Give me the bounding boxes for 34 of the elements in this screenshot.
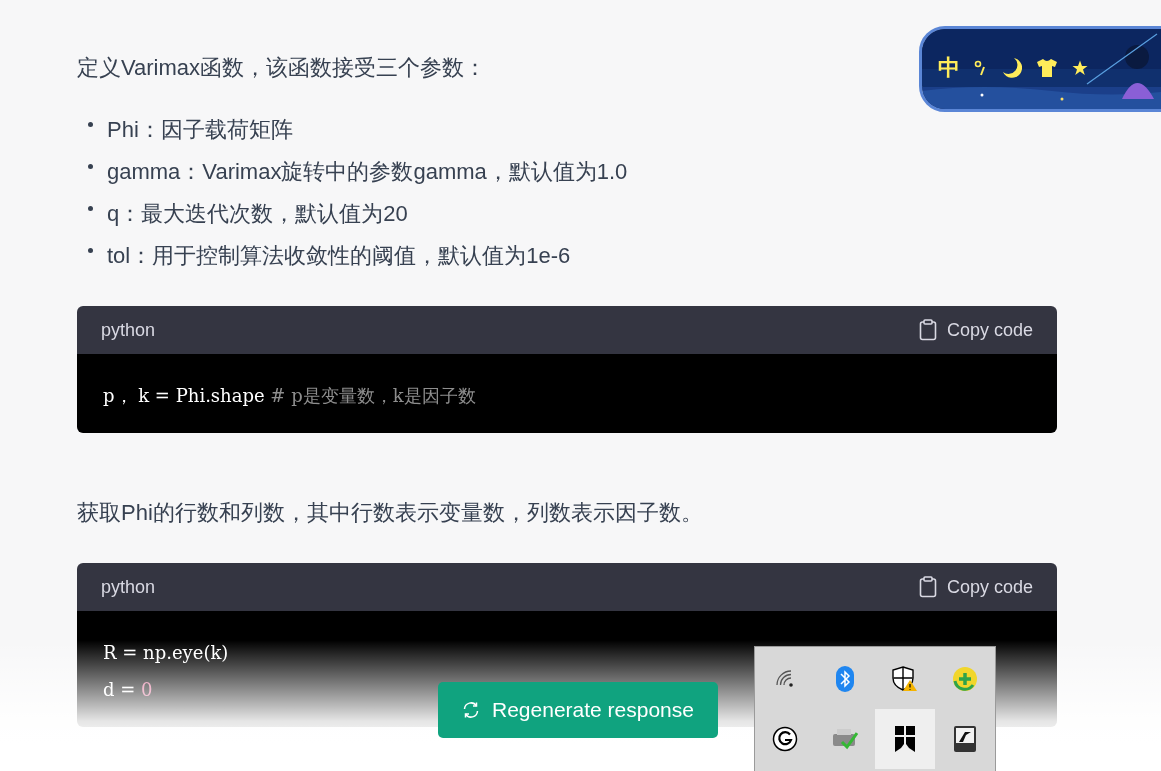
paragraph: 获取Phi的行数和列数，其中行数表示变量数，列数表示因子数。 (77, 499, 703, 527)
punctuation-icon[interactable] (974, 59, 988, 77)
clipboard-icon (918, 576, 937, 598)
bullet-icon (88, 247, 93, 253)
app-tile-icon (954, 726, 976, 752)
code-language: python (101, 576, 156, 598)
code-line: d = 0 (103, 678, 153, 702)
list-item: tol：用于控制算法收敛性的阈值，默认值为1e-6 (107, 242, 571, 270)
shield-warning-icon (892, 666, 918, 692)
list-item: q：最大迭代次数，默认值为20 (107, 200, 408, 228)
bullet-icon (88, 205, 93, 211)
list-item: gamma：Varimax旋转中的参数gamma，默认值为1.0 (107, 158, 628, 186)
code-line: p， k = Phi.shape # p是变量数，k是因子数 (103, 384, 476, 408)
copy-code-button[interactable]: Copy code (918, 576, 1033, 598)
list-item: Phi：因子载荷矩阵 (107, 116, 293, 144)
copy-code-button[interactable]: Copy code (918, 319, 1033, 341)
code-line: R = np.eye(k) (103, 641, 229, 665)
code-language: python (101, 319, 156, 341)
paragraph: 定义Varimax函数，该函数接受三个参数： (77, 54, 487, 82)
tray-button[interactable] (875, 709, 935, 769)
plus-circle-icon (952, 666, 978, 692)
clipboard-icon (918, 319, 937, 341)
printer-check-icon (832, 728, 858, 750)
input-mode-toggle[interactable]: 中 (938, 53, 960, 83)
bluetooth-icon (836, 666, 854, 692)
wifi-icon (774, 669, 796, 689)
star-icon[interactable] (1072, 60, 1088, 76)
bullet-icon (88, 121, 93, 127)
squares-icon (895, 726, 915, 752)
shirt-icon[interactable] (1036, 58, 1058, 78)
moon-icon[interactable] (1002, 57, 1022, 79)
refresh-icon (462, 701, 480, 719)
bullet-icon (88, 163, 93, 169)
g-circle-icon (772, 726, 798, 752)
